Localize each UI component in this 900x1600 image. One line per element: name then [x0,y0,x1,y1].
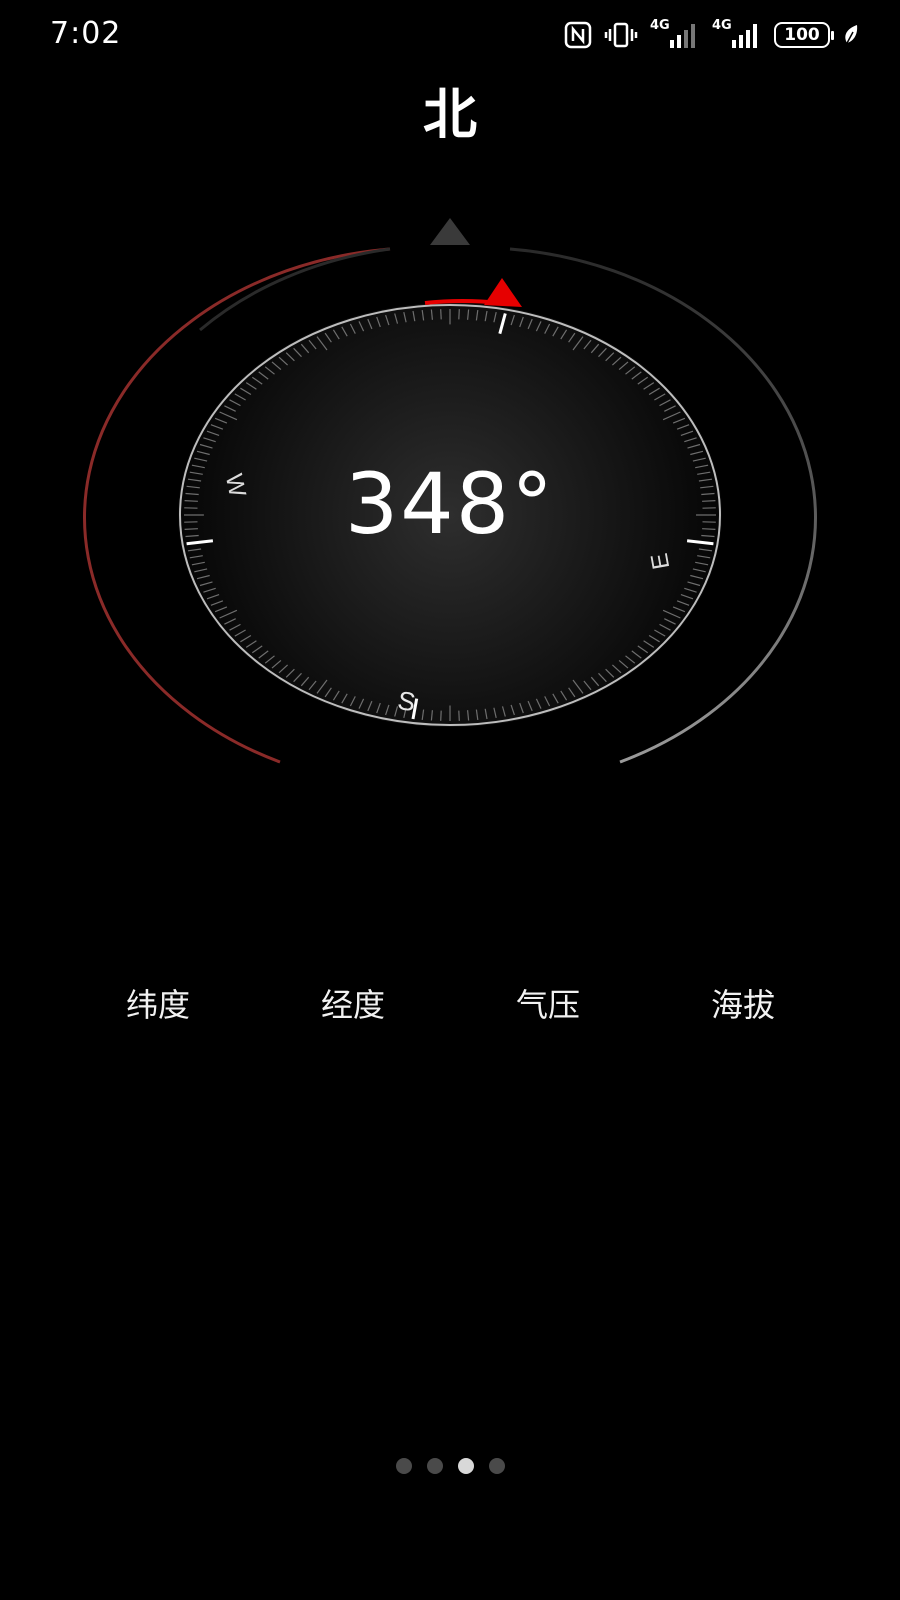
dial-tick [458,309,460,320]
info-altitude[interactable]: 海拔 [663,980,823,1026]
info-row: 纬度 经度 气压 海拔 [0,980,900,1030]
page-dot[interactable] [427,1458,443,1474]
heading-degrees: 348° [344,455,556,553]
page-dot[interactable] [458,1458,474,1474]
signal-4g-icon: 4G [712,18,762,50]
reference-triangle-icon [430,218,470,245]
vibrate-icon [604,21,638,49]
page-dot[interactable] [489,1458,505,1474]
direction-label: 北 [423,83,477,146]
status-time: 7:02 [50,16,122,51]
status-bar: 7:02 4G 4G 100 [0,0,900,70]
info-longitude[interactable]: 经度 [273,980,433,1026]
dial-tick [458,710,460,721]
signal-4g-icon: 4G [650,18,700,50]
page-dot[interactable] [396,1458,412,1474]
nfc-icon [564,21,592,49]
status-icons: 4G 4G 100 [564,18,860,52]
heading-pointer-icon [484,278,522,307]
dial-tick [440,710,442,721]
leaf-icon [842,23,860,47]
page-indicator [0,1458,900,1478]
info-pressure[interactable]: 气压 [468,980,628,1026]
battery-level: 100 [784,25,820,45]
battery-icon: 100 [774,22,834,48]
info-latitude[interactable]: 纬度 [78,980,238,1026]
dial-tick [440,309,442,320]
